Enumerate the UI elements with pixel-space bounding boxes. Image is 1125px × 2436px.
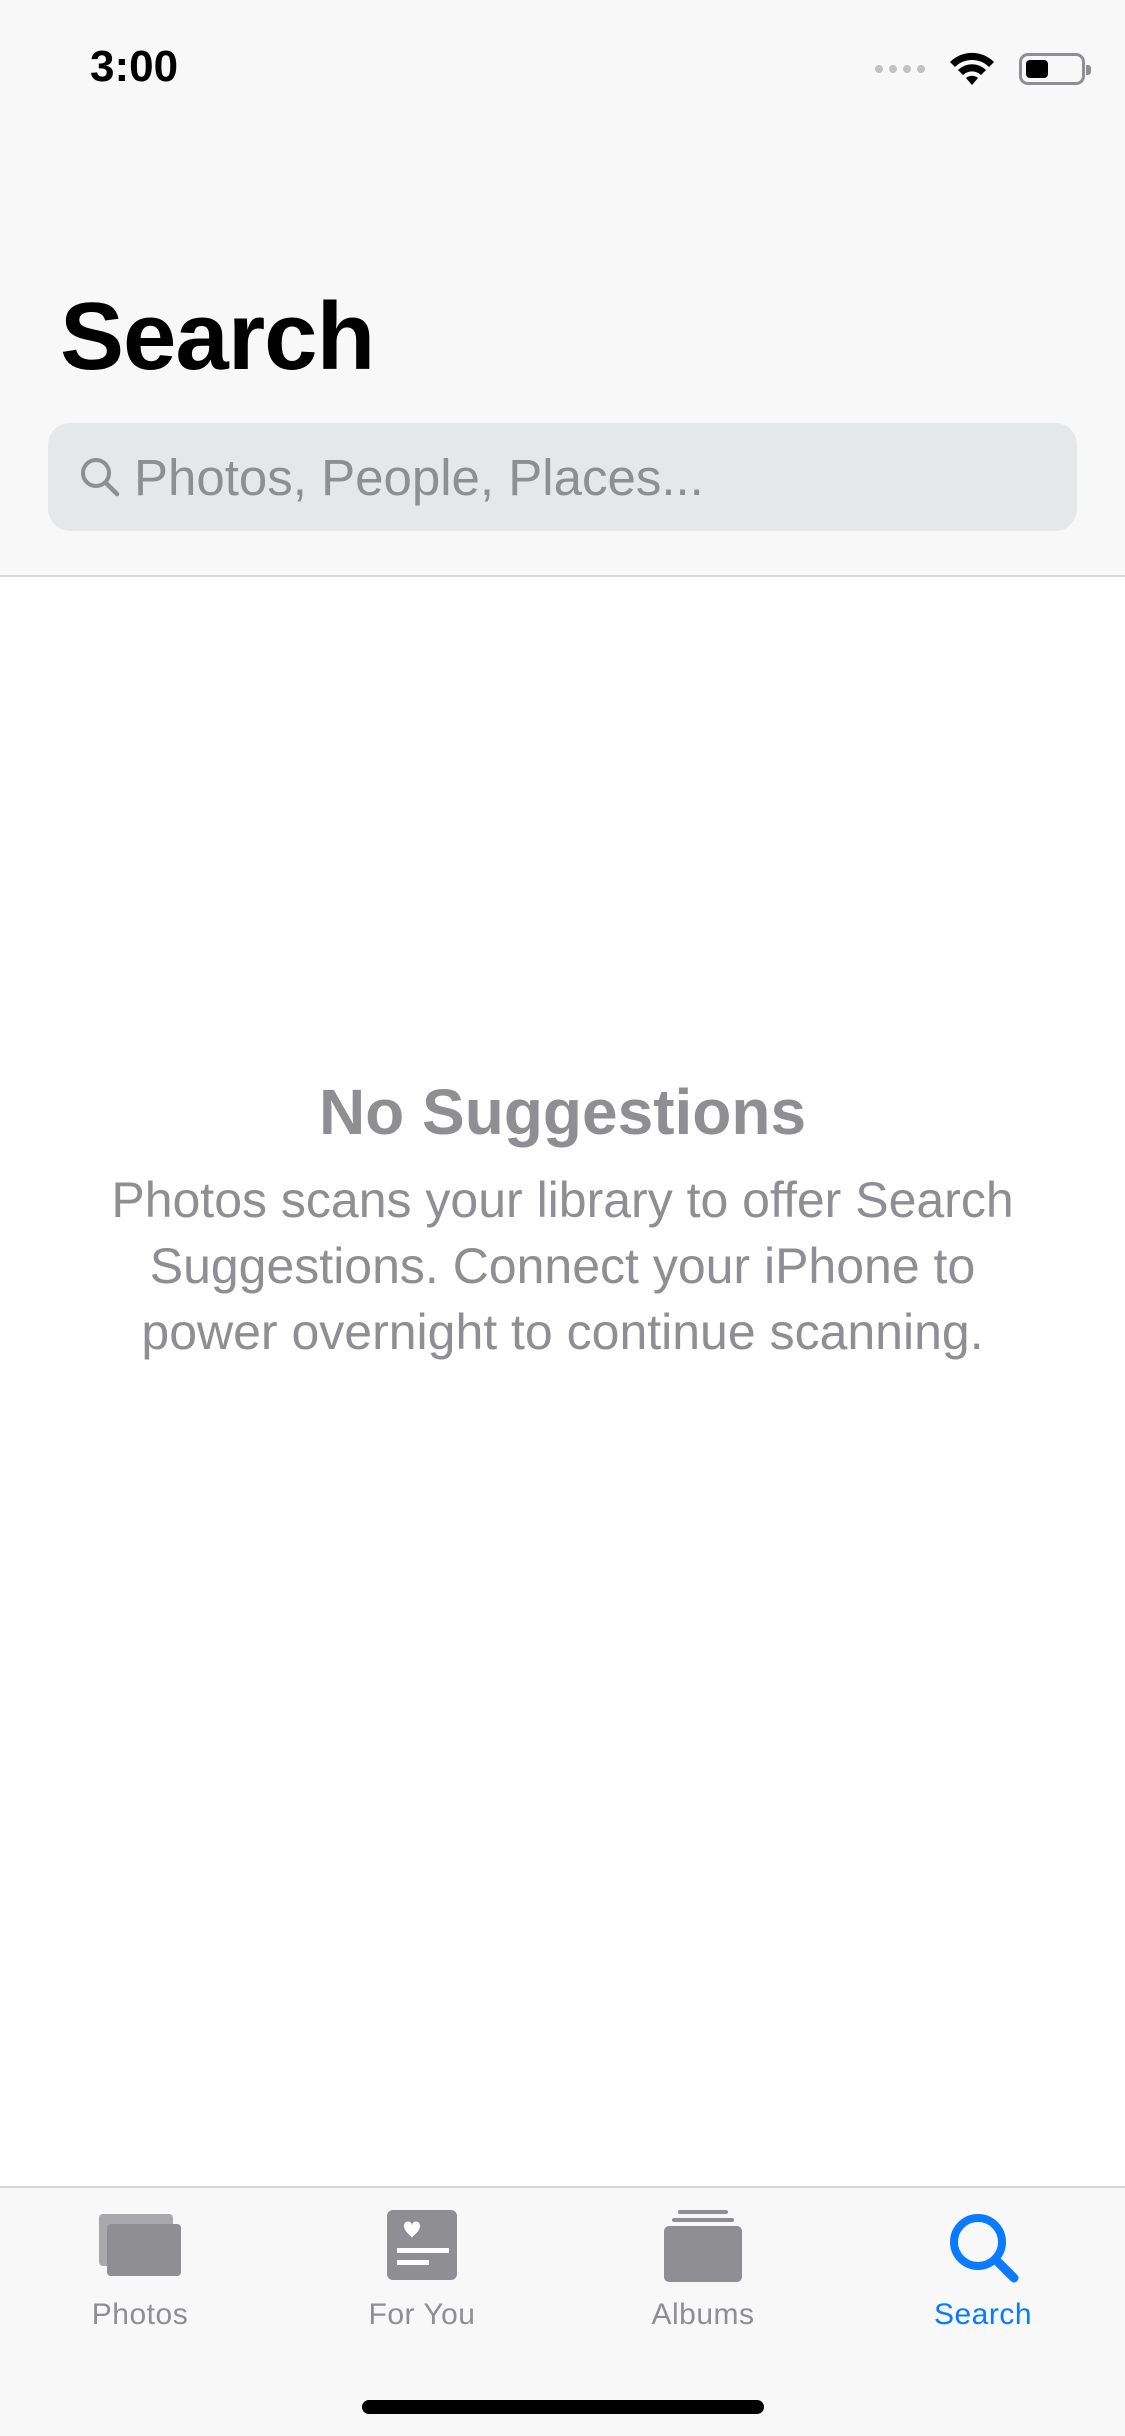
cellular-signal-icon	[875, 65, 925, 73]
search-screen: 3:00 Search No Suggestions	[0, 0, 1125, 2436]
page-title: Search	[60, 283, 375, 390]
photos-icon	[99, 2214, 181, 2276]
tab-for-you[interactable]: For You	[322, 2208, 522, 2358]
for-you-icon	[387, 2210, 457, 2280]
empty-state-message: Photos scans your library to offer Searc…	[111, 1172, 1014, 1360]
header: 3:00 Search	[0, 0, 1125, 577]
empty-state: No Suggestions Photos scans your library…	[0, 1075, 1125, 1365]
tab-albums-label: Albums	[651, 2298, 755, 2331]
home-indicator	[362, 2400, 764, 2414]
tab-photos-label: Photos	[91, 2298, 189, 2331]
tab-search[interactable]: Search	[883, 2208, 1083, 2358]
tab-albums[interactable]: Albums	[603, 2208, 803, 2358]
tab-bar: Photos For You Albums Search	[0, 2186, 1125, 2436]
status-time: 3:00	[90, 42, 179, 91]
empty-state-title: No Suggestions	[318, 1076, 807, 1148]
status-icons	[875, 48, 1091, 90]
tab-for-you-label: For You	[368, 2298, 476, 2331]
wifi-icon	[950, 52, 994, 85]
search-icon	[950, 2214, 1019, 2283]
tab-search-label: Search	[933, 2298, 1033, 2331]
albums-icon	[664, 2210, 742, 2282]
battery-icon	[1019, 53, 1091, 85]
search-input[interactable]	[134, 447, 1034, 507]
tab-photos[interactable]: Photos	[40, 2208, 240, 2358]
magnifier-icon	[81, 458, 120, 497]
search-bar[interactable]	[48, 423, 1077, 531]
